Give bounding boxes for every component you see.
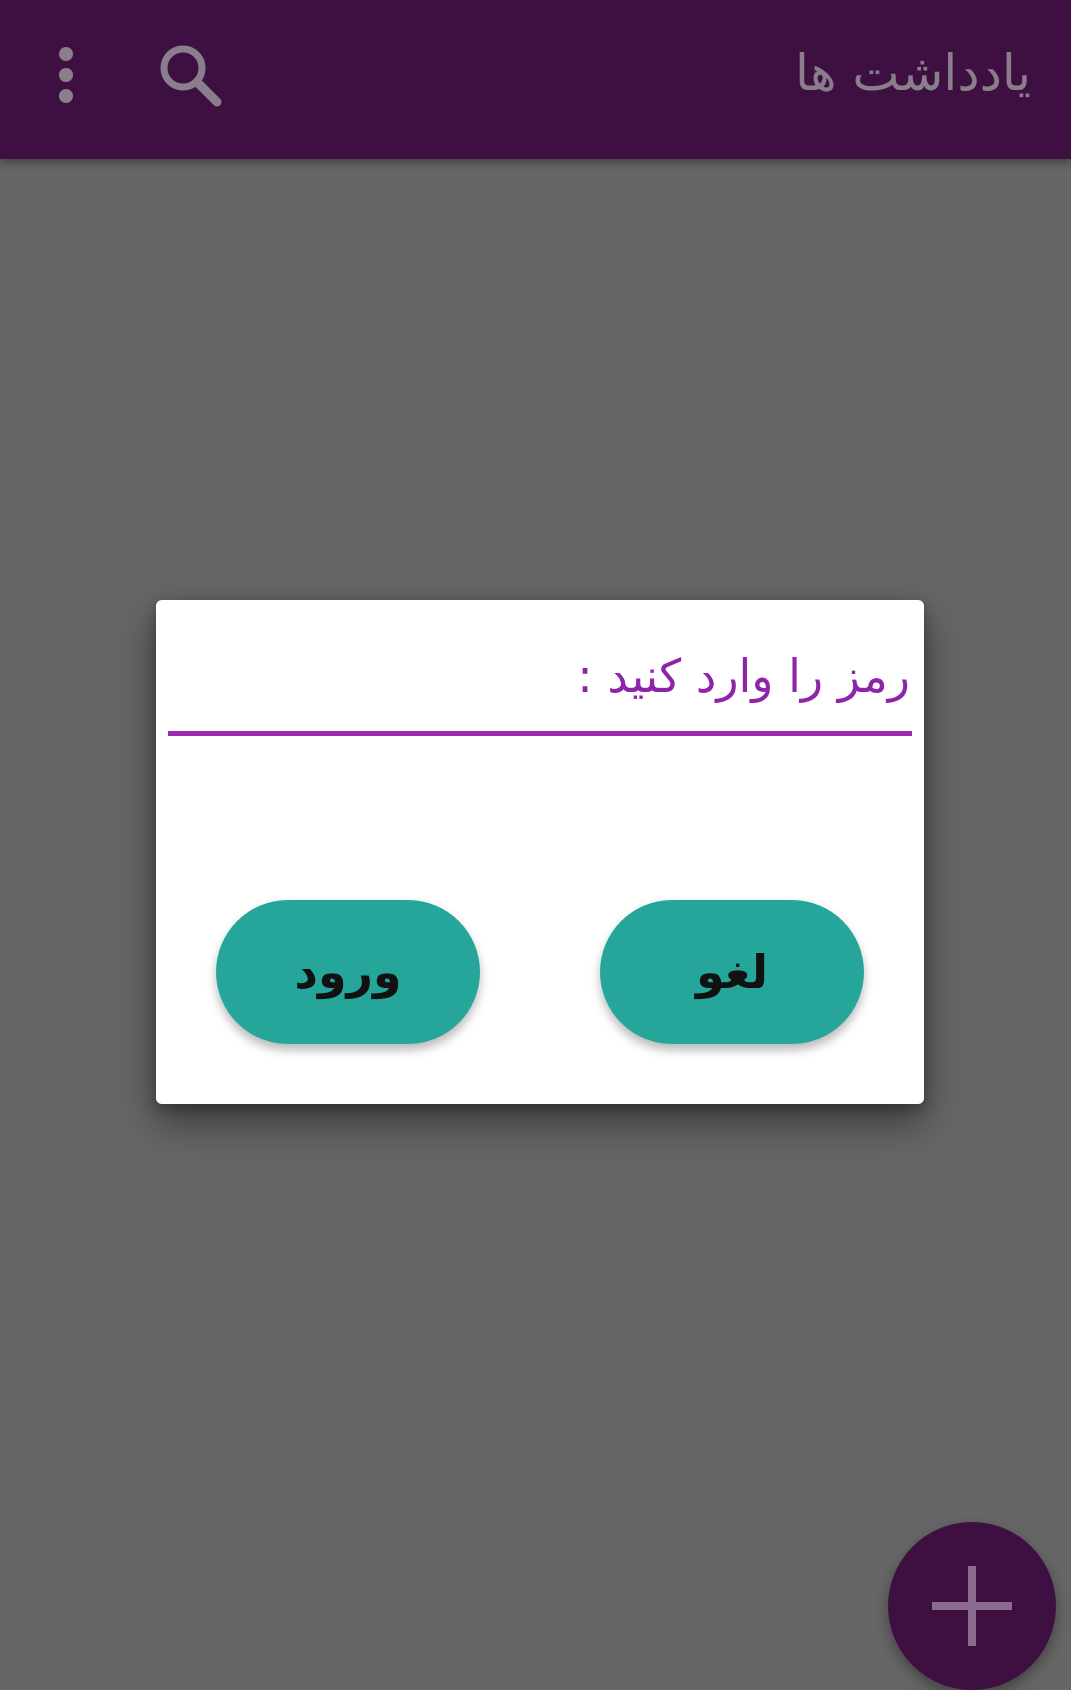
- more-vert-icon: [59, 47, 73, 103]
- plus-icon: [932, 1566, 1012, 1646]
- app-bar: یادداشت ها: [0, 0, 1071, 159]
- app-title: یادداشت ها: [794, 44, 1031, 102]
- password-input[interactable]: [168, 632, 912, 731]
- search-button[interactable]: [155, 40, 227, 112]
- add-note-button[interactable]: [888, 1522, 1056, 1690]
- cancel-button[interactable]: لغو: [600, 900, 864, 1044]
- search-icon: [160, 45, 222, 107]
- password-field: [168, 632, 912, 736]
- password-dialog: ورود لغو: [156, 600, 924, 1104]
- login-button[interactable]: ورود: [216, 900, 480, 1044]
- overflow-menu-button[interactable]: [46, 40, 86, 112]
